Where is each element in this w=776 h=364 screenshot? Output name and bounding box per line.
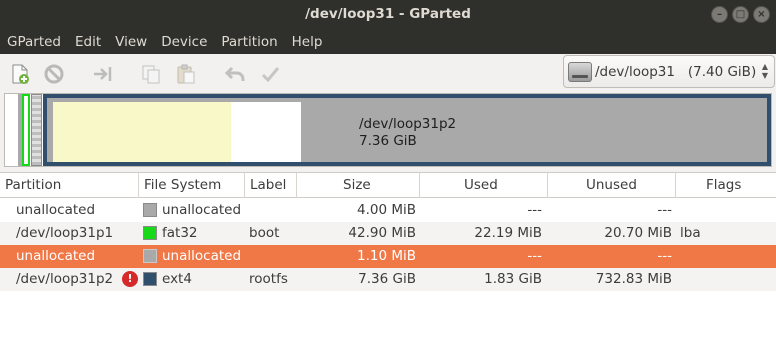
cell-size: 7.36 GiB: [358, 271, 416, 287]
column-partition[interactable]: Partition: [0, 173, 139, 198]
partition-table: Partition File System Label Size Used Un…: [0, 172, 776, 364]
new-partition-icon[interactable]: [9, 63, 31, 85]
column-flags[interactable]: Flags: [676, 173, 776, 198]
table-header: Partition File System Label Size Used Un…: [0, 173, 776, 198]
cell-used: ---: [527, 202, 542, 218]
cell-used: ---: [527, 248, 542, 264]
menu-bar: GParted Edit View Device Partition Help: [0, 30, 776, 54]
resize-move-icon[interactable]: [92, 63, 114, 85]
cell-size: 4.00 MiB: [356, 202, 416, 218]
disk-map-partition-loop31p1[interactable]: [22, 94, 30, 166]
warning-icon[interactable]: !: [122, 271, 138, 287]
close-icon[interactable]: ×: [753, 6, 770, 23]
filesystem-color-swatch: [143, 203, 157, 217]
filesystem-color-swatch: [143, 249, 157, 263]
used-space-bar: [53, 102, 231, 162]
table-row[interactable]: /dev/loop31p1 fat32 boot 42.90 MiB 22.19…: [0, 222, 776, 245]
window-controls: – □ ×: [711, 6, 770, 23]
delete-icon[interactable]: [43, 63, 65, 85]
column-size[interactable]: Size: [297, 173, 420, 198]
cell-file-system: unallocated: [162, 248, 242, 264]
column-label[interactable]: Label: [245, 173, 297, 198]
table-row[interactable]: unallocated unallocated 4.00 MiB --- ---: [0, 199, 776, 222]
cell-partition: /dev/loop31p2: [16, 271, 114, 287]
table-row[interactable]: /dev/loop31p2 ! ext4 rootfs 7.36 GiB 1.8…: [0, 268, 776, 291]
hard-disk-icon: [568, 62, 592, 82]
cell-size: 1.10 MiB: [356, 248, 416, 264]
menu-view[interactable]: View: [108, 30, 154, 54]
cell-used: 1.83 GiB: [484, 271, 542, 287]
cell-partition: unallocated: [16, 202, 96, 218]
column-used[interactable]: Used: [420, 173, 548, 198]
minimize-icon[interactable]: –: [711, 6, 728, 23]
window-title: /dev/loop31 - GParted: [305, 6, 471, 22]
cell-size: 42.90 MiB: [348, 225, 416, 241]
unused-space-bar: [231, 102, 301, 162]
cell-label: rootfs: [249, 271, 288, 287]
title-bar: /dev/loop31 - GParted – □ ×: [0, 0, 776, 30]
cell-partition: unallocated: [16, 248, 96, 264]
cell-unused: 20.70 MiB: [604, 225, 672, 241]
device-selector[interactable]: /dev/loop31 (7.40 GiB) ▲ ▼: [563, 55, 775, 88]
disk-map-partition-name: /dev/loop31p2: [359, 116, 457, 132]
cell-unused: 732.83 MiB: [595, 271, 672, 287]
column-file-system[interactable]: File System: [139, 173, 245, 198]
filesystem-color-swatch: [143, 226, 157, 240]
disk-map: /dev/loop31p2 7.36 GiB: [4, 93, 772, 167]
undo-icon[interactable]: [224, 63, 246, 85]
cell-flags: lba: [680, 225, 701, 241]
disk-map-partition-loop31p2[interactable]: /dev/loop31p2 7.36 GiB: [43, 94, 771, 166]
menu-device[interactable]: Device: [154, 30, 214, 54]
menu-gparted[interactable]: GParted: [0, 30, 68, 54]
cell-unused: ---: [657, 202, 672, 218]
column-unused[interactable]: Unused: [548, 173, 676, 198]
menu-help[interactable]: Help: [285, 30, 330, 54]
cell-unused: ---: [657, 248, 672, 264]
cell-partition: /dev/loop31p1: [16, 225, 114, 241]
cell-file-system: unallocated: [162, 202, 242, 218]
chevron-updown-icon: ▲ ▼: [761, 62, 768, 80]
device-selector-value: /dev/loop31 (7.40 GiB): [595, 64, 757, 80]
cell-file-system: ext4: [162, 271, 192, 287]
cell-label: boot: [249, 225, 280, 241]
cell-file-system: fat32: [162, 225, 198, 241]
disk-map-partition-size: 7.36 GiB: [359, 133, 417, 149]
menu-partition[interactable]: Partition: [214, 30, 284, 54]
table-row-selected[interactable]: unallocated unallocated 1.10 MiB --- ---: [0, 245, 776, 268]
apply-icon[interactable]: [259, 63, 281, 85]
disk-map-unallocated-2[interactable]: [31, 94, 42, 166]
paste-icon[interactable]: [175, 63, 197, 85]
filesystem-color-swatch: [143, 272, 157, 286]
cell-used: 22.19 MiB: [474, 225, 542, 241]
maximize-icon[interactable]: □: [732, 6, 749, 23]
menu-edit[interactable]: Edit: [68, 30, 108, 54]
copy-icon[interactable]: [140, 63, 162, 85]
